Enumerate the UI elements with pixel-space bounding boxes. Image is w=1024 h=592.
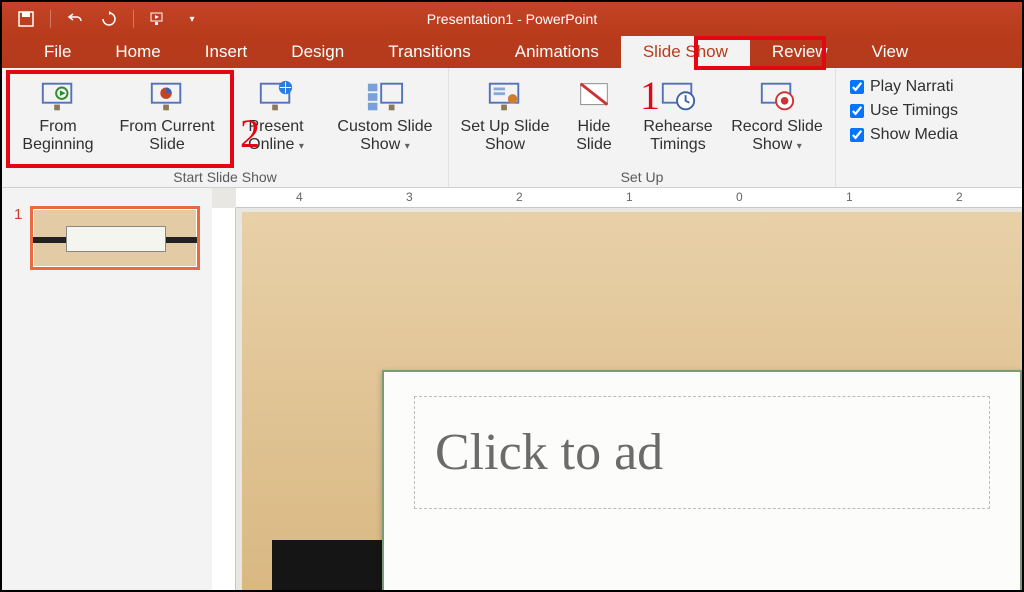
ribbon-group-set-up: Set Up Slide Show Hide Slide Rehearse Ti… <box>449 68 836 187</box>
ribbon-group-start-slide-show: From Beginning From Current Slide Presen… <box>2 68 449 187</box>
ribbon-group-options: Play Narrati Use Timings Show Media <box>836 68 972 187</box>
checkbox-icon[interactable] <box>850 104 864 118</box>
qat-customize-button[interactable]: ▾ <box>178 7 206 31</box>
record-slide-show-label: Record Slide Show ▾ <box>729 118 825 155</box>
slide-thumbnail-pane[interactable]: 1 <box>2 188 212 590</box>
tab-design[interactable]: Design <box>269 36 366 68</box>
ribbon: From Beginning From Current Slide Presen… <box>2 68 1022 188</box>
set-up-slide-show-button[interactable]: Set Up Slide Show <box>457 74 553 159</box>
from-beginning-icon <box>39 78 77 116</box>
vertical-ruler <box>212 208 236 590</box>
present-online-label: Present Online ▾ <box>230 118 322 155</box>
thumbnail-number: 1 <box>14 206 22 572</box>
save-button[interactable] <box>12 7 40 31</box>
from-current-slide-button[interactable]: From Current Slide <box>112 74 222 159</box>
tab-slide-show[interactable]: Slide Show <box>621 36 750 68</box>
show-media-label: Show Media <box>870 126 958 144</box>
redo-button[interactable] <box>95 7 123 31</box>
tab-review[interactable]: Review <box>750 36 850 68</box>
qat-separator <box>50 10 51 28</box>
ribbon-tabs: File Home Insert Design Transitions Anim… <box>2 36 1022 68</box>
tab-home[interactable]: Home <box>93 36 182 68</box>
slide-canvas-area: 4 3 2 1 0 1 2 Click to ad <box>212 188 1022 590</box>
window-title: Presentation1 - PowerPoint <box>427 11 597 27</box>
play-narrations-label: Play Narrati <box>870 78 954 96</box>
present-online-icon <box>257 78 295 116</box>
from-beginning-button[interactable]: From Beginning <box>10 74 106 159</box>
hide-slide-icon <box>575 78 613 116</box>
show-media-checkbox[interactable]: Show Media <box>850 126 958 144</box>
slide-background: Click to ad <box>242 212 1022 590</box>
use-timings-label: Use Timings <box>870 102 958 120</box>
rehearse-timings-label: Rehearse Timings <box>637 118 719 155</box>
from-beginning-label: From Beginning <box>12 118 104 155</box>
tab-file[interactable]: File <box>22 36 93 68</box>
hide-slide-label: Hide Slide <box>561 118 627 155</box>
undo-button[interactable] <box>61 7 89 31</box>
checkbox-icon[interactable] <box>850 80 864 94</box>
start-from-beginning-button[interactable] <box>144 7 172 31</box>
use-timings-checkbox[interactable]: Use Timings <box>850 102 958 120</box>
custom-slide-show-label: Custom Slide Show ▾ <box>332 118 438 155</box>
horizontal-ruler: 4 3 2 1 0 1 2 <box>236 188 1022 208</box>
play-narrations-checkbox[interactable]: Play Narrati <box>850 78 958 96</box>
hide-slide-button[interactable]: Hide Slide <box>559 74 629 159</box>
rehearse-timings-icon <box>659 78 697 116</box>
slide-thumbnail-1[interactable] <box>30 206 200 270</box>
custom-slide-show-icon <box>366 78 404 116</box>
ribbon-group-label: Set Up <box>621 169 664 187</box>
title-placeholder[interactable]: Click to ad <box>414 396 990 509</box>
workspace: 1 4 3 2 1 0 1 2 Click to ad <box>2 188 1022 590</box>
tab-insert[interactable]: Insert <box>183 36 270 68</box>
slide-content-card[interactable]: Click to ad <box>382 370 1022 590</box>
record-slide-show-icon <box>758 78 796 116</box>
title-bar: ▾ Presentation1 - PowerPoint <box>2 2 1022 36</box>
from-current-slide-label: From Current Slide <box>114 118 220 155</box>
custom-slide-show-button[interactable]: Custom Slide Show ▾ <box>330 74 440 159</box>
quick-access-toolbar: ▾ <box>2 7 206 31</box>
title-placeholder-text: Click to ad <box>435 423 969 482</box>
checkbox-icon[interactable] <box>850 128 864 142</box>
set-up-slide-show-label: Set Up Slide Show <box>459 118 551 155</box>
qat-separator <box>133 10 134 28</box>
rehearse-timings-button[interactable]: Rehearse Timings <box>635 74 721 159</box>
set-up-slide-show-icon <box>486 78 524 116</box>
present-online-button[interactable]: Present Online ▾ <box>228 74 324 159</box>
ribbon-group-label: Start Slide Show <box>173 169 277 187</box>
from-current-slide-icon <box>148 78 186 116</box>
tab-view[interactable]: View <box>850 36 931 68</box>
record-slide-show-button[interactable]: Record Slide Show ▾ <box>727 74 827 159</box>
tab-animations[interactable]: Animations <box>493 36 621 68</box>
tab-transitions[interactable]: Transitions <box>366 36 493 68</box>
